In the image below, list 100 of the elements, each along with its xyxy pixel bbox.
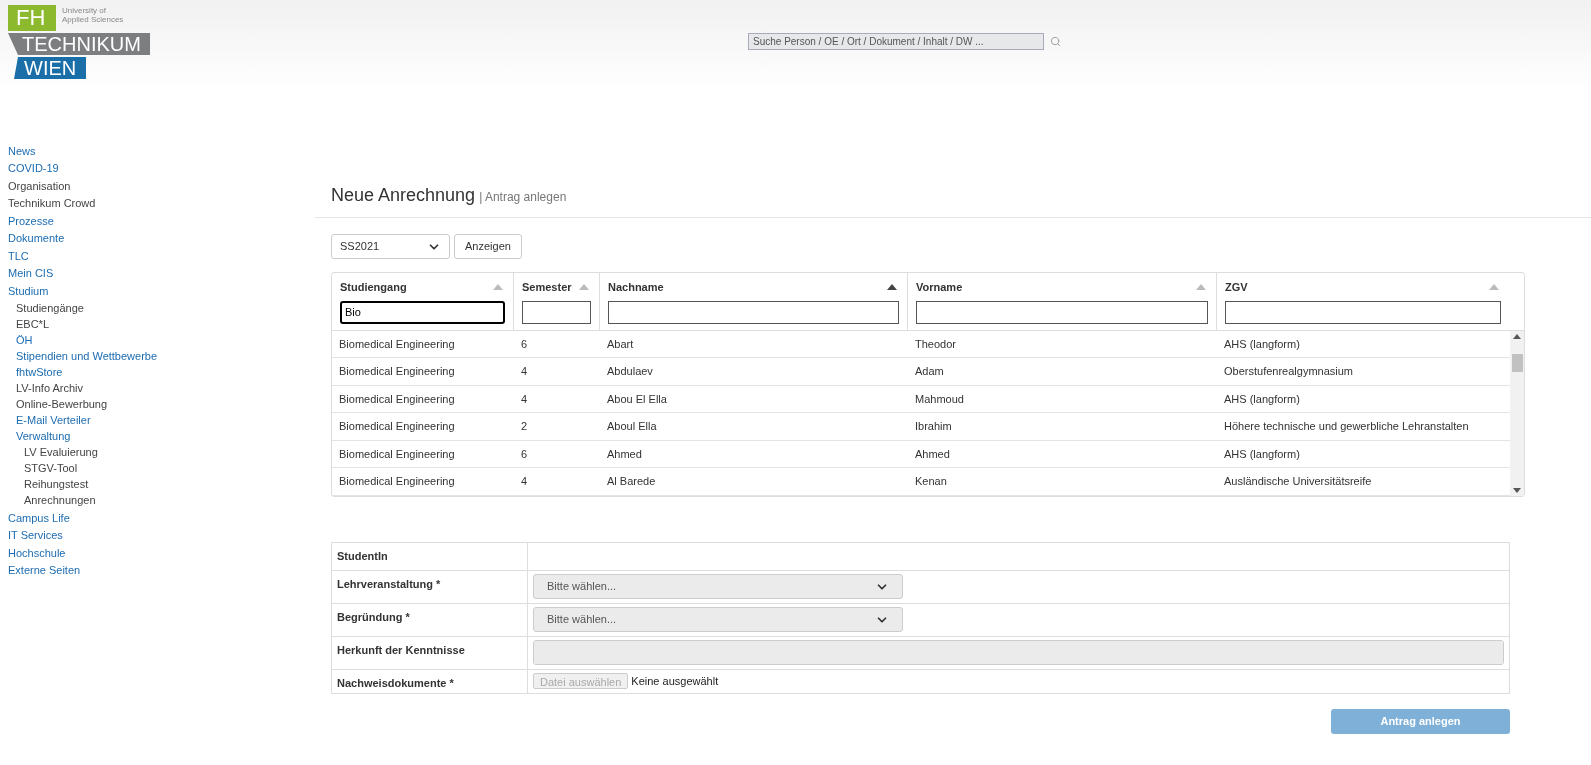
table-cell: AHS (langform) (1224, 447, 1300, 460)
sidebar-link[interactable]: Externe Seiten (0, 562, 81, 578)
filter-field[interactable] (608, 300, 899, 324)
table-cell: Biomedical Engineering (339, 337, 455, 350)
table-cell: Biomedical Engineering (339, 475, 455, 487)
sidebar-link[interactable]: Studiengänge (0, 300, 84, 316)
scroll-down-arrow-icon[interactable] (1513, 487, 1521, 493)
table-cell: 4 (521, 475, 528, 487)
table-cell: Adam (915, 365, 944, 377)
table-cell: Kenan (915, 475, 947, 487)
column-header[interactable]: Vorname (916, 279, 963, 296)
scroll-up-arrow-icon[interactable] (1513, 333, 1521, 339)
sort-arrow-icon (1196, 284, 1206, 291)
table-cell: Abdulaev (607, 365, 653, 377)
filter-field[interactable] (1225, 300, 1501, 324)
sidebar-link[interactable]: Stipendien und Wettbewerbe (0, 348, 158, 364)
form-label: Herkunft der Kenntnisse (337, 643, 465, 656)
form-label: Lehrveranstaltung * (337, 577, 441, 590)
column-header[interactable]: ZGV (1225, 279, 1248, 296)
logo-tagline: University of (62, 6, 107, 15)
sidebar-link[interactable]: LV Evaluierung (0, 444, 98, 460)
column-header[interactable]: Semester (522, 279, 572, 296)
page-title: Neue Anrechnung (331, 184, 476, 207)
show-button[interactable]: Anzeigen (454, 234, 522, 259)
table-cell: 2 (521, 420, 528, 432)
file-status: Keine ausgewählt (631, 673, 719, 689)
table-cell: 6 (521, 447, 528, 460)
logo-city: WIEN (14, 57, 86, 79)
table-row[interactable]: Biomedical Engineering 4 Abou El Ella Mahmoud AHS (langform) (332, 385, 1510, 413)
sidebar-link[interactable]: TLC (0, 247, 29, 264)
table-row[interactable]: Biomedical Engineering 2 Aboul Ella Ibrahim Höhere technische und gewerbliche Lehranstalten (332, 413, 1510, 441)
sort-arrow-icon (579, 284, 589, 291)
logo[interactable]: FH University of Applied Sciences TECHNIKUM WIEN (8, 5, 158, 90)
sidebar-link[interactable]: Prozesse (0, 212, 54, 229)
table-row[interactable]: Biomedical Engineering 6 Ahmed Ahmed AHS (langform) (332, 440, 1510, 468)
table-row[interactable]: Biomedical Engineering 6 Abart Theodor AHS (langform) (332, 330, 1510, 358)
dropdown[interactable]: Bitte wählen... (533, 607, 903, 632)
sidebar-link[interactable]: LV-Info Archiv (0, 380, 84, 396)
sidebar-link[interactable]: Dokumente (0, 230, 65, 246)
logo-tagline: Applied Sciences (62, 15, 124, 24)
table-cell: AHS (langform) (1224, 392, 1300, 405)
sidebar-link[interactable]: fhtwStore (0, 364, 63, 380)
column-header[interactable]: Studiengang (340, 279, 407, 296)
table-cell: Biomedical Engineering (339, 392, 455, 405)
sidebar-link[interactable]: COVID-19 (0, 160, 59, 176)
sidebar-link[interactable]: E-Mail Verteiler (0, 412, 91, 428)
scrollbar[interactable] (1510, 330, 1524, 496)
table-cell: Abou El Ella (607, 392, 667, 405)
table-row[interactable]: Biomedical Engineering 4 Al Barede Kenan Ausländische Universitätsreife (332, 468, 1510, 496)
sidebar-link[interactable]: Organisation (0, 177, 71, 194)
filter-field[interactable] (916, 300, 1208, 324)
filter-field[interactable]: Bio (340, 300, 505, 324)
table-cell: Theodor (915, 337, 956, 350)
sort-arrow-icon (1489, 284, 1499, 291)
table-cell: Ahmed (915, 447, 950, 460)
sidebar-link[interactable]: IT Services (0, 527, 63, 543)
form-label: Nachweisdokumente * (337, 676, 454, 689)
sidebar-link[interactable]: Online-Bewerbung (0, 396, 108, 412)
table-cell: Höhere technische und gewerbliche Lehranstalten (1224, 420, 1469, 432)
sidebar-link[interactable]: Mein CIS (0, 265, 54, 281)
table-cell: Al Barede (607, 475, 656, 487)
sidebar-link[interactable]: Campus Life (0, 509, 70, 526)
dropdown[interactable]: Bitte wählen... (533, 574, 903, 599)
sidebar-link[interactable]: EBC*L (0, 316, 50, 332)
table-cell: Abart (607, 337, 634, 350)
page-subtitle: | Antrag anlegen (479, 189, 567, 206)
sidebar-link[interactable]: Reihungstest (0, 476, 89, 492)
filter-field[interactable] (522, 300, 591, 324)
table-cell: Biomedical Engineering (339, 420, 455, 432)
sidebar-link[interactable]: ÖH (0, 332, 33, 348)
table-cell: 4 (521, 365, 528, 377)
table-cell: Mahmoud (915, 392, 964, 405)
table-cell: AHS (langform) (1224, 337, 1300, 350)
sidebar-link[interactable]: News (0, 142, 36, 159)
semester-select[interactable]: SS2021 (331, 234, 450, 259)
sort-arrow-icon (887, 284, 897, 291)
table-cell: Ahmed (607, 447, 642, 460)
table-cell: 4 (521, 392, 528, 405)
scrollbar-thumb[interactable] (1511, 354, 1523, 372)
sidebar-link[interactable]: STGV-Tool (0, 460, 78, 476)
table-cell: Ausländische Universitätsreife (1224, 475, 1372, 487)
sidebar-link[interactable]: Verwaltung (0, 428, 71, 444)
form-label: StudentIn (337, 549, 388, 562)
column-header[interactable]: Nachname (608, 279, 664, 296)
table-cell: Biomedical Engineering (339, 365, 455, 377)
sidebar-link[interactable]: Studium (0, 282, 49, 299)
table-cell: 6 (521, 337, 528, 350)
sort-arrow-icon (493, 284, 503, 291)
sidebar-link[interactable]: Hochschule (0, 544, 66, 561)
search-field[interactable]: Suche Person / OE / Ort / Dokument / Inhalt / DW ... (748, 33, 1044, 50)
logo-mark: FH (8, 5, 56, 31)
table-cell: Biomedical Engineering (339, 447, 455, 460)
sidebar-link[interactable]: Anrechnungen (0, 492, 96, 508)
table-row[interactable]: Biomedical Engineering 4 Abdulaev Adam Oberstufenrealgymnasium (332, 358, 1510, 386)
table-cell: Ibrahim (915, 420, 952, 432)
logo-name: TECHNIKUM (8, 33, 150, 55)
table-cell: Aboul Ella (607, 420, 657, 432)
table-cell: Oberstufenrealgymnasium (1224, 365, 1353, 377)
form-label: Begründung * (337, 610, 410, 623)
sidebar-link[interactable]: Technikum Crowd (0, 195, 96, 211)
